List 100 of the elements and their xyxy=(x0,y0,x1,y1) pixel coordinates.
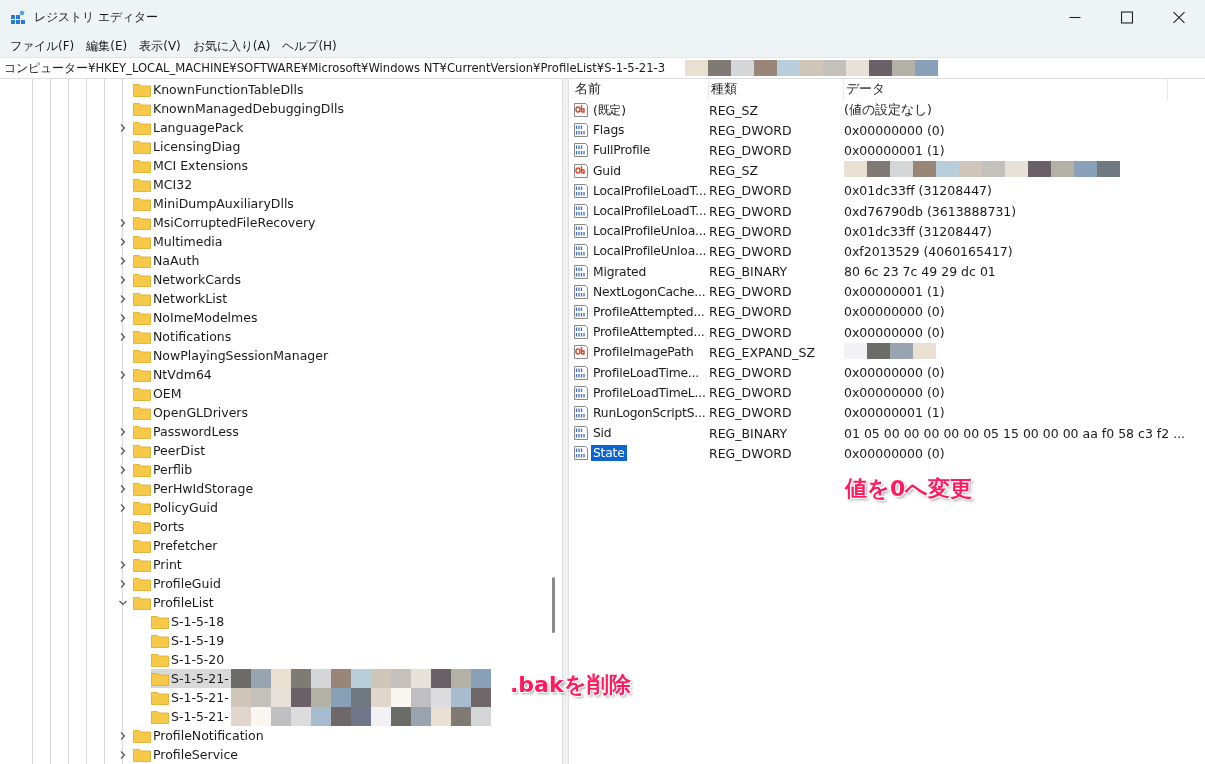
folder-icon xyxy=(133,272,151,287)
node-label: S-1-5-21- xyxy=(171,709,229,724)
value-name[interactable]: ProfileLoadTimeL... xyxy=(591,384,708,401)
value-name[interactable]: Flags xyxy=(591,122,627,139)
tree-node[interactable]: S-1-5-18 xyxy=(0,612,227,631)
chevron-right-icon[interactable] xyxy=(118,236,128,247)
tree-node[interactable]: LicensingDiag xyxy=(0,137,243,156)
value-name[interactable]: NextLogonCache... xyxy=(591,283,708,300)
menu-item[interactable]: ファイル(F) xyxy=(4,37,81,55)
value-name[interactable]: ProfileAttempted... xyxy=(591,303,707,320)
tree-node[interactable]: MCI Extensions xyxy=(0,156,251,175)
tree-node[interactable]: Prefetcher xyxy=(0,536,220,555)
node-label: S-1-5-19 xyxy=(171,633,225,648)
tree-node[interactable]: MsiCorruptedFileRecovery xyxy=(0,213,318,232)
tree-node[interactable]: Print xyxy=(0,555,184,574)
node-label: MiniDumpAuxiliaryDlls xyxy=(153,196,294,211)
chevron-right-icon[interactable] xyxy=(118,559,128,570)
tree-node[interactable]: S-1-5-20 xyxy=(0,650,227,669)
folder-icon xyxy=(151,614,169,629)
value-name[interactable]: Sid xyxy=(591,425,614,442)
value-data: 0x00000000 (0) xyxy=(844,445,945,461)
tree-node[interactable]: PeerDist xyxy=(0,441,208,460)
chevron-right-icon[interactable] xyxy=(118,369,128,380)
tree-node[interactable]: ProfileNotification xyxy=(0,726,266,745)
tree-node[interactable]: LanguagePack xyxy=(0,118,246,137)
tree-node[interactable]: Ports xyxy=(0,517,187,536)
tree-node[interactable]: OEM xyxy=(0,384,184,403)
tree-node[interactable]: ProfileGuid xyxy=(0,574,223,593)
value-name[interactable]: (既定) xyxy=(591,100,628,120)
tree-node[interactable]: NtVdm64 xyxy=(0,365,214,384)
value-data: 0xd76790db (3613888731) xyxy=(844,203,1017,219)
folder-icon xyxy=(133,443,151,458)
column-header[interactable]: 種類 xyxy=(709,79,844,100)
folder-icon xyxy=(133,462,151,477)
tree-node[interactable]: ProfileService xyxy=(0,745,241,764)
value-name[interactable]: ProfileImagePath xyxy=(591,344,696,361)
value-name[interactable]: ProfileLoadTime... xyxy=(591,364,701,381)
chevron-right-icon[interactable] xyxy=(118,293,128,304)
address-bar[interactable]: コンピューター¥HKEY_LOCAL_MACHINE¥SOFTWARE¥Microsoft¥Windows NT¥CurrentVersion¥ProfileList¥S-1-5-21-3 xyxy=(0,57,1205,79)
tree-node[interactable]: S-1-5-21- xyxy=(0,707,491,726)
value-name[interactable]: Migrated xyxy=(591,263,648,280)
tree-node[interactable]: PerHwIdStorage xyxy=(0,479,256,498)
chevron-right-icon[interactable] xyxy=(118,331,128,342)
chevron-right-icon[interactable] xyxy=(118,217,128,228)
folder-icon xyxy=(151,690,169,705)
chevron-right-icon[interactable] xyxy=(118,426,128,437)
chevron-right-icon[interactable] xyxy=(118,312,128,323)
column-header[interactable]: 名前 xyxy=(573,79,709,100)
tree-node[interactable]: S-1-5-19 xyxy=(0,631,227,650)
chevron-right-icon[interactable] xyxy=(118,578,128,589)
tree-node[interactable]: Multimedia xyxy=(0,232,225,251)
tree-node[interactable]: NetworkList xyxy=(0,289,230,308)
tree-node[interactable]: Notifications xyxy=(0,327,234,346)
chevron-right-icon[interactable] xyxy=(118,255,128,266)
tree-node[interactable]: PasswordLess xyxy=(0,422,241,441)
tree-node[interactable]: PolicyGuid xyxy=(0,498,220,517)
node-label: Prefetcher xyxy=(153,538,218,553)
menu-item[interactable]: 表示(V) xyxy=(133,37,187,55)
node-label: S-1-5-18 xyxy=(171,614,225,629)
tree-node[interactable]: S-1-5-21- xyxy=(0,669,491,688)
chevron-right-icon[interactable] xyxy=(118,749,128,760)
value-name[interactable]: State xyxy=(591,445,627,462)
value-data: (値の設定なし) xyxy=(844,101,932,117)
tree-node[interactable]: OpenGLDrivers xyxy=(0,403,250,422)
value-name[interactable]: LocalProfileLoadT... xyxy=(591,182,709,199)
scrollbar-thumb[interactable] xyxy=(552,577,555,633)
tree-node[interactable]: KnownFunctionTableDlls xyxy=(0,80,306,99)
value-name[interactable]: ProfileAttempted... xyxy=(591,324,707,341)
folder-icon xyxy=(133,253,151,268)
tree-node[interactable]: Perflib xyxy=(0,460,195,479)
chevron-right-icon[interactable] xyxy=(118,502,128,513)
chevron-right-icon[interactable] xyxy=(118,483,128,494)
tree-node[interactable]: MCI32 xyxy=(0,175,195,194)
chevron-right-icon[interactable] xyxy=(118,445,128,456)
value-name[interactable]: LocalProfileUnloa... xyxy=(591,243,709,260)
menu-item[interactable]: お気に入り(A) xyxy=(186,37,277,55)
column-header[interactable]: データ xyxy=(844,79,1168,100)
chevron-right-icon[interactable] xyxy=(118,122,128,133)
tree-node[interactable]: S-1-5-21- xyxy=(0,688,491,707)
tree-node[interactable]: NowPlayingSessionManager xyxy=(0,346,331,365)
tree-node[interactable]: ProfileList xyxy=(0,593,216,612)
value-type: REG_DWORD xyxy=(709,183,793,199)
menu-item[interactable]: ヘルプ(H) xyxy=(276,37,343,55)
value-name[interactable]: LocalProfileLoadT... xyxy=(591,203,709,220)
tree-node[interactable]: KnownManagedDebuggingDlls xyxy=(0,99,346,118)
tree-node[interactable]: NetworkCards xyxy=(0,270,243,289)
chevron-right-icon[interactable] xyxy=(118,274,128,285)
node-label: MsiCorruptedFileRecovery xyxy=(153,215,316,230)
tree-node[interactable]: NaAuth xyxy=(0,251,202,270)
value-name[interactable]: FullProfile xyxy=(591,142,653,159)
menu-item[interactable]: 編集(E) xyxy=(80,37,134,55)
chevron-right-icon[interactable] xyxy=(118,464,128,475)
tree-node[interactable]: MiniDumpAuxiliaryDlls xyxy=(0,194,296,213)
value-name[interactable]: LocalProfileUnloa... xyxy=(591,223,709,240)
value-name[interactable]: RunLogonScriptS... xyxy=(591,404,708,421)
value-name[interactable]: Guid xyxy=(591,162,623,179)
tree-node[interactable]: NoImeModelmes xyxy=(0,308,260,327)
value-type: REG_DWORD xyxy=(709,284,793,300)
chevron-right-icon[interactable] xyxy=(118,730,128,741)
value-type: REG_BINARY xyxy=(709,264,789,280)
